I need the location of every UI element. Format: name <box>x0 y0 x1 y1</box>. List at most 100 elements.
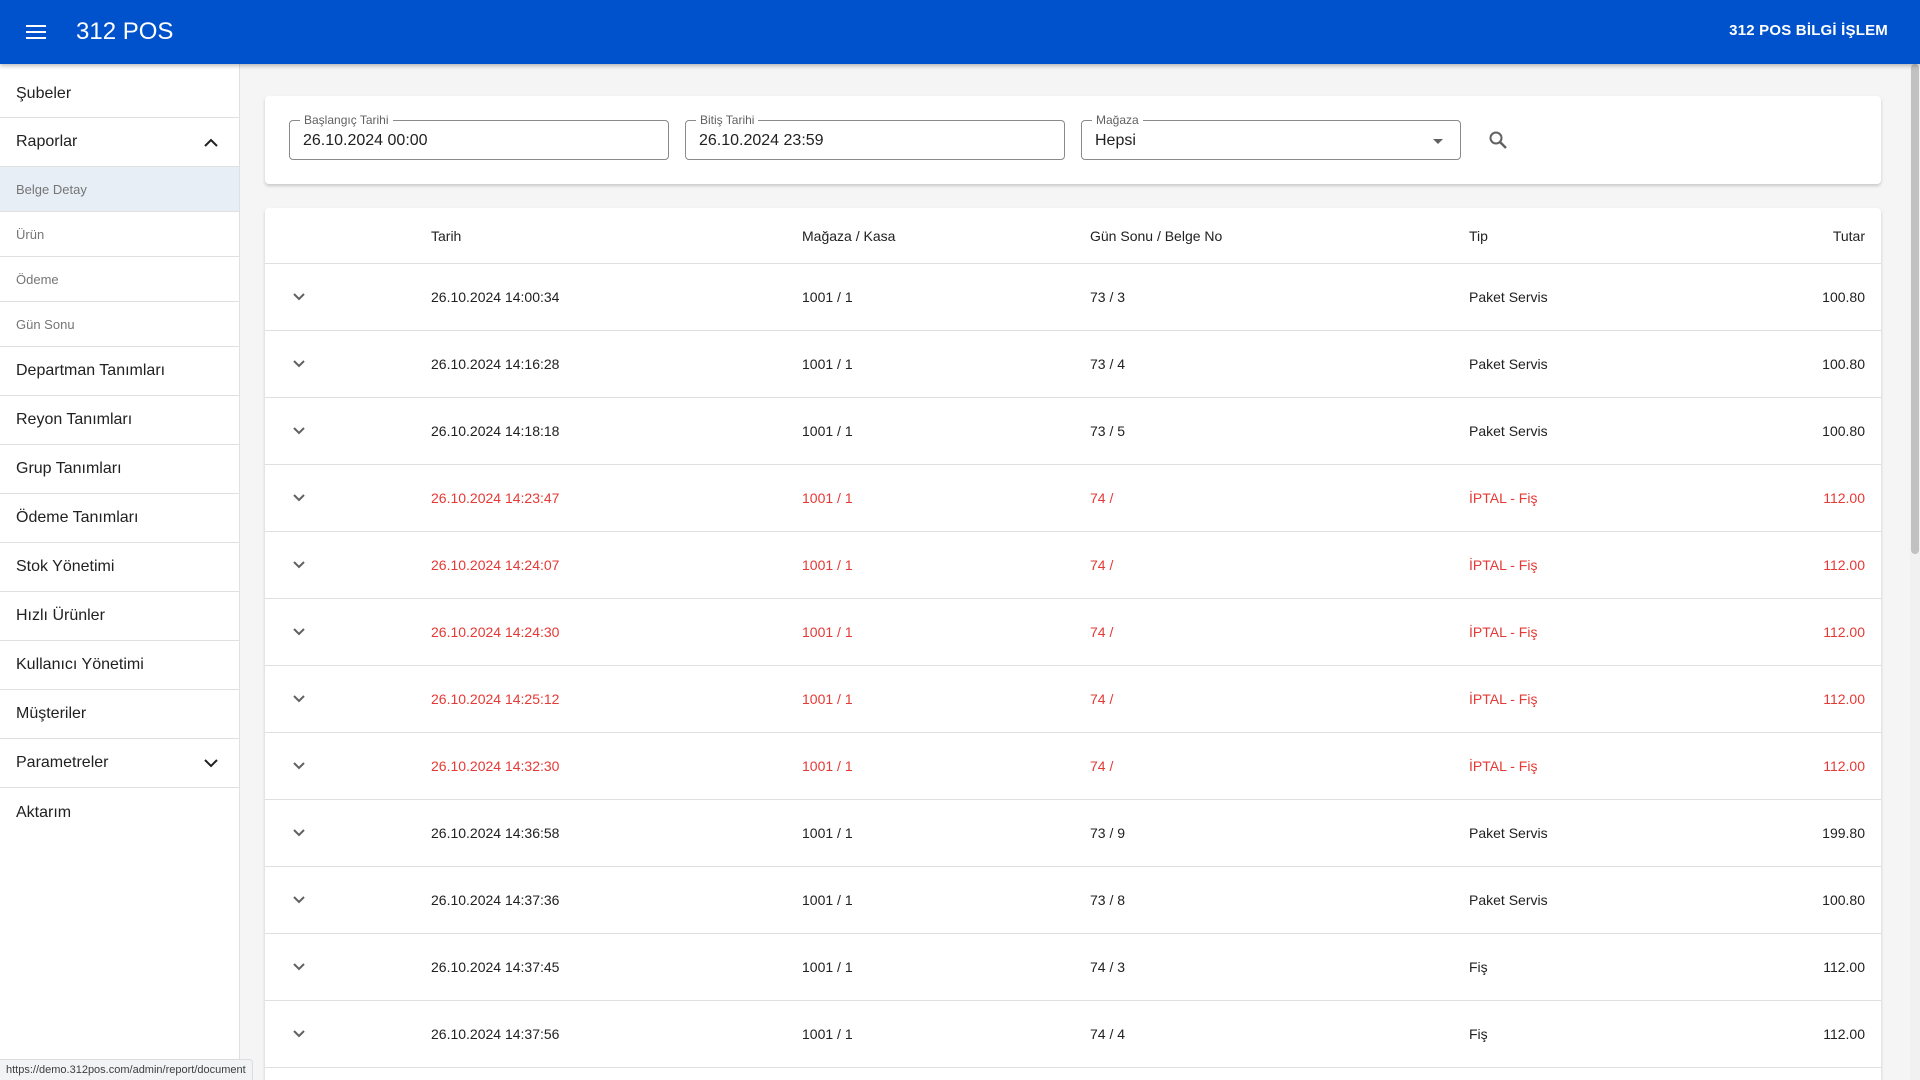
expand-chevron-icon[interactable] <box>287 285 311 309</box>
cell-doc: 74 / <box>1090 691 1114 707</box>
sidebar-item-musteriler[interactable]: Müşteriler <box>0 690 239 739</box>
cell-store: 1001 / 1 <box>802 959 853 975</box>
column-header-doc[interactable]: Gün Sonu / Belge No <box>1090 228 1222 244</box>
expand-chevron-icon[interactable] <box>287 888 311 912</box>
cell-amount: 112.00 <box>1823 758 1865 774</box>
sidebar-item-label: Grup Tanımları <box>16 460 122 477</box>
cell-doc: 73 / 5 <box>1090 423 1126 439</box>
chevron-up-icon <box>199 130 223 154</box>
cell-amount: 100.80 <box>1822 289 1865 305</box>
sidebar-item-departman[interactable]: Departman Tanımları <box>0 347 239 396</box>
table-row[interactable]: 26.10.2024 14:23:47 1001 / 1 74 / İPTAL - F… <box>265 465 1881 532</box>
sidebar-item-raporlar[interactable]: Raporlar <box>0 118 239 167</box>
sidebar-subitem-label: Gün Sonu <box>16 316 75 332</box>
scrollbar-thumb[interactable] <box>1911 64 1919 554</box>
search-icon[interactable] <box>1483 125 1513 155</box>
cell-amount: 112.00 <box>1823 624 1865 640</box>
sidebar-item-label: Kullanıcı Yönetimi <box>16 656 144 673</box>
sidebar-item-hizli-urunler[interactable]: Hızlı Ürünler <box>0 592 239 641</box>
column-header-store[interactable]: Mağaza / Kasa <box>802 228 895 244</box>
sidebar-item-label: Parametreler <box>16 754 109 771</box>
expand-chevron-icon[interactable] <box>287 620 311 644</box>
table-row[interactable]: 26.10.2024 14:16:28 1001 / 1 73 / 4 Paket S… <box>265 331 1881 398</box>
cell-store: 1001 / 1 <box>802 423 853 439</box>
cell-type: Paket Servis <box>1469 289 1548 305</box>
expand-chevron-icon[interactable] <box>287 687 311 711</box>
sidebar-item-parametreler[interactable]: Parametreler <box>0 739 239 788</box>
expand-chevron-icon[interactable] <box>287 821 311 845</box>
cell-date: 26.10.2024 14:24:30 <box>431 624 560 640</box>
cell-amount: 100.80 <box>1822 356 1865 372</box>
cell-amount: 112.00 <box>1823 1026 1865 1042</box>
sidebar-item-label: Müşteriler <box>16 705 87 722</box>
sidebar-subitem-gun-sonu[interactable]: Gün Sonu <box>0 302 239 347</box>
sidebar-item-subeler[interactable]: Şubeler <box>0 64 239 118</box>
sidebar-item-grup[interactable]: Grup Tanımları <box>0 445 239 494</box>
cell-store: 1001 / 1 <box>802 1026 853 1042</box>
expand-chevron-icon[interactable] <box>287 553 311 577</box>
sidebar-item-label: Raporlar <box>16 133 78 150</box>
column-header-date[interactable]: Tarih <box>431 228 461 244</box>
column-header-amount[interactable]: Tutar <box>1833 228 1865 244</box>
expand-chevron-icon[interactable] <box>287 1022 311 1046</box>
cell-date: 26.10.2024 14:37:36 <box>431 892 560 908</box>
user-menu[interactable]: 312 POS BİLGİ İŞLEM <box>1729 22 1888 39</box>
store-select[interactable]: Mağaza Hepsi <box>1081 113 1461 160</box>
sidebar-item-aktarim[interactable]: Aktarım <box>0 788 239 837</box>
table-row[interactable]: 26.10.2024 14:37:36 1001 / 1 73 / 8 Paket S… <box>265 867 1881 934</box>
cell-store: 1001 / 1 <box>802 557 853 573</box>
cell-date: 26.10.2024 14:23:47 <box>431 490 560 506</box>
cell-amount: 199.80 <box>1822 825 1865 841</box>
cell-type: İPTAL - Fiş <box>1469 624 1538 640</box>
cell-date: 26.10.2024 14:25:12 <box>431 691 560 707</box>
column-header-type[interactable]: Tip <box>1469 228 1488 244</box>
cell-type: Paket Servis <box>1469 423 1548 439</box>
cell-type: Fiş <box>1469 1026 1488 1042</box>
end-date-field[interactable]: Bitiş Tarihi 26.10.2024 23:59 <box>685 113 1065 160</box>
start-date-value: 26.10.2024 00:00 <box>303 132 428 149</box>
expand-chevron-icon[interactable] <box>287 352 311 376</box>
cell-doc: 73 / 9 <box>1090 825 1126 841</box>
page-scrollbar[interactable] <box>1910 64 1920 1080</box>
sidebar-item-stok[interactable]: Stok Yönetimi <box>0 543 239 592</box>
start-date-field[interactable]: Başlangıç Tarihi 26.10.2024 00:00 <box>289 113 669 160</box>
table-row[interactable]: 26.10.2024 14:37:56 1001 / 1 74 / 4 Fiş 112.… <box>265 1001 1881 1068</box>
store-value: Hepsi <box>1095 132 1136 149</box>
dropdown-arrow-icon <box>1426 129 1450 153</box>
table-row[interactable]: 26.10.2024 14:24:30 1001 / 1 74 / İPTAL - F… <box>265 599 1881 666</box>
expand-chevron-icon[interactable] <box>287 419 311 443</box>
table-row[interactable]: 26.10.2024 14:37:45 1001 / 1 74 / 3 Fiş 112.… <box>265 934 1881 1001</box>
sidebar-subitem-label: Ödeme <box>16 271 59 287</box>
chevron-down-icon <box>199 751 223 775</box>
table-row[interactable]: 26.10.2024 14:00:34 1001 / 1 73 / 3 Paket S… <box>265 264 1881 331</box>
sidebar-item-kullanici[interactable]: Kullanıcı Yönetimi <box>0 641 239 690</box>
expand-chevron-icon[interactable] <box>287 486 311 510</box>
sidebar-item-label: Departman Tanımları <box>16 362 166 379</box>
cell-date: 26.10.2024 14:37:56 <box>431 1026 560 1042</box>
end-date-label: Bitiş Tarihi <box>696 113 759 127</box>
menu-icon[interactable] <box>24 20 48 44</box>
table-row[interactable]: 26.10.2024 14:32:30 1001 / 1 74 / İPTAL - F… <box>265 733 1881 800</box>
start-date-label: Başlangıç Tarihi <box>300 113 393 127</box>
cell-type: İPTAL - Fiş <box>1469 758 1538 774</box>
table-row[interactable]: 26.10.2024 14:18:18 1001 / 1 73 / 5 Paket S… <box>265 398 1881 465</box>
cell-amount: 112.00 <box>1823 691 1865 707</box>
expand-chevron-icon[interactable] <box>287 955 311 979</box>
sidebar-subitem-urun[interactable]: Ürün <box>0 212 239 257</box>
table-row[interactable]: 26.10.2024 14:36:58 1001 / 1 73 / 9 Paket S… <box>265 800 1881 867</box>
table-row[interactable]: 26.10.2024 14:25:12 1001 / 1 74 / İPTAL - F… <box>265 666 1881 733</box>
sidebar-subitem-odeme[interactable]: Ödeme <box>0 257 239 302</box>
cell-amount: 100.80 <box>1822 423 1865 439</box>
sidebar-item-label: Reyon Tanımları <box>16 411 133 428</box>
cell-store: 1001 / 1 <box>802 892 853 908</box>
cell-date: 26.10.2024 14:32:30 <box>431 758 560 774</box>
sidebar-subitem-belge-detay[interactable]: Belge Detay <box>0 167 239 212</box>
cell-store: 1001 / 1 <box>802 691 853 707</box>
end-date-value: 26.10.2024 23:59 <box>699 132 824 149</box>
cell-date: 26.10.2024 14:18:18 <box>431 423 560 439</box>
sidebar-item-odeme-tanimlari[interactable]: Ödeme Tanımları <box>0 494 239 543</box>
table-row[interactable]: 26.10.2024 14:24:07 1001 / 1 74 / İPTAL - F… <box>265 532 1881 599</box>
cell-type: İPTAL - Fiş <box>1469 691 1538 707</box>
expand-chevron-icon[interactable] <box>287 754 311 778</box>
sidebar-item-reyon[interactable]: Reyon Tanımları <box>0 396 239 445</box>
